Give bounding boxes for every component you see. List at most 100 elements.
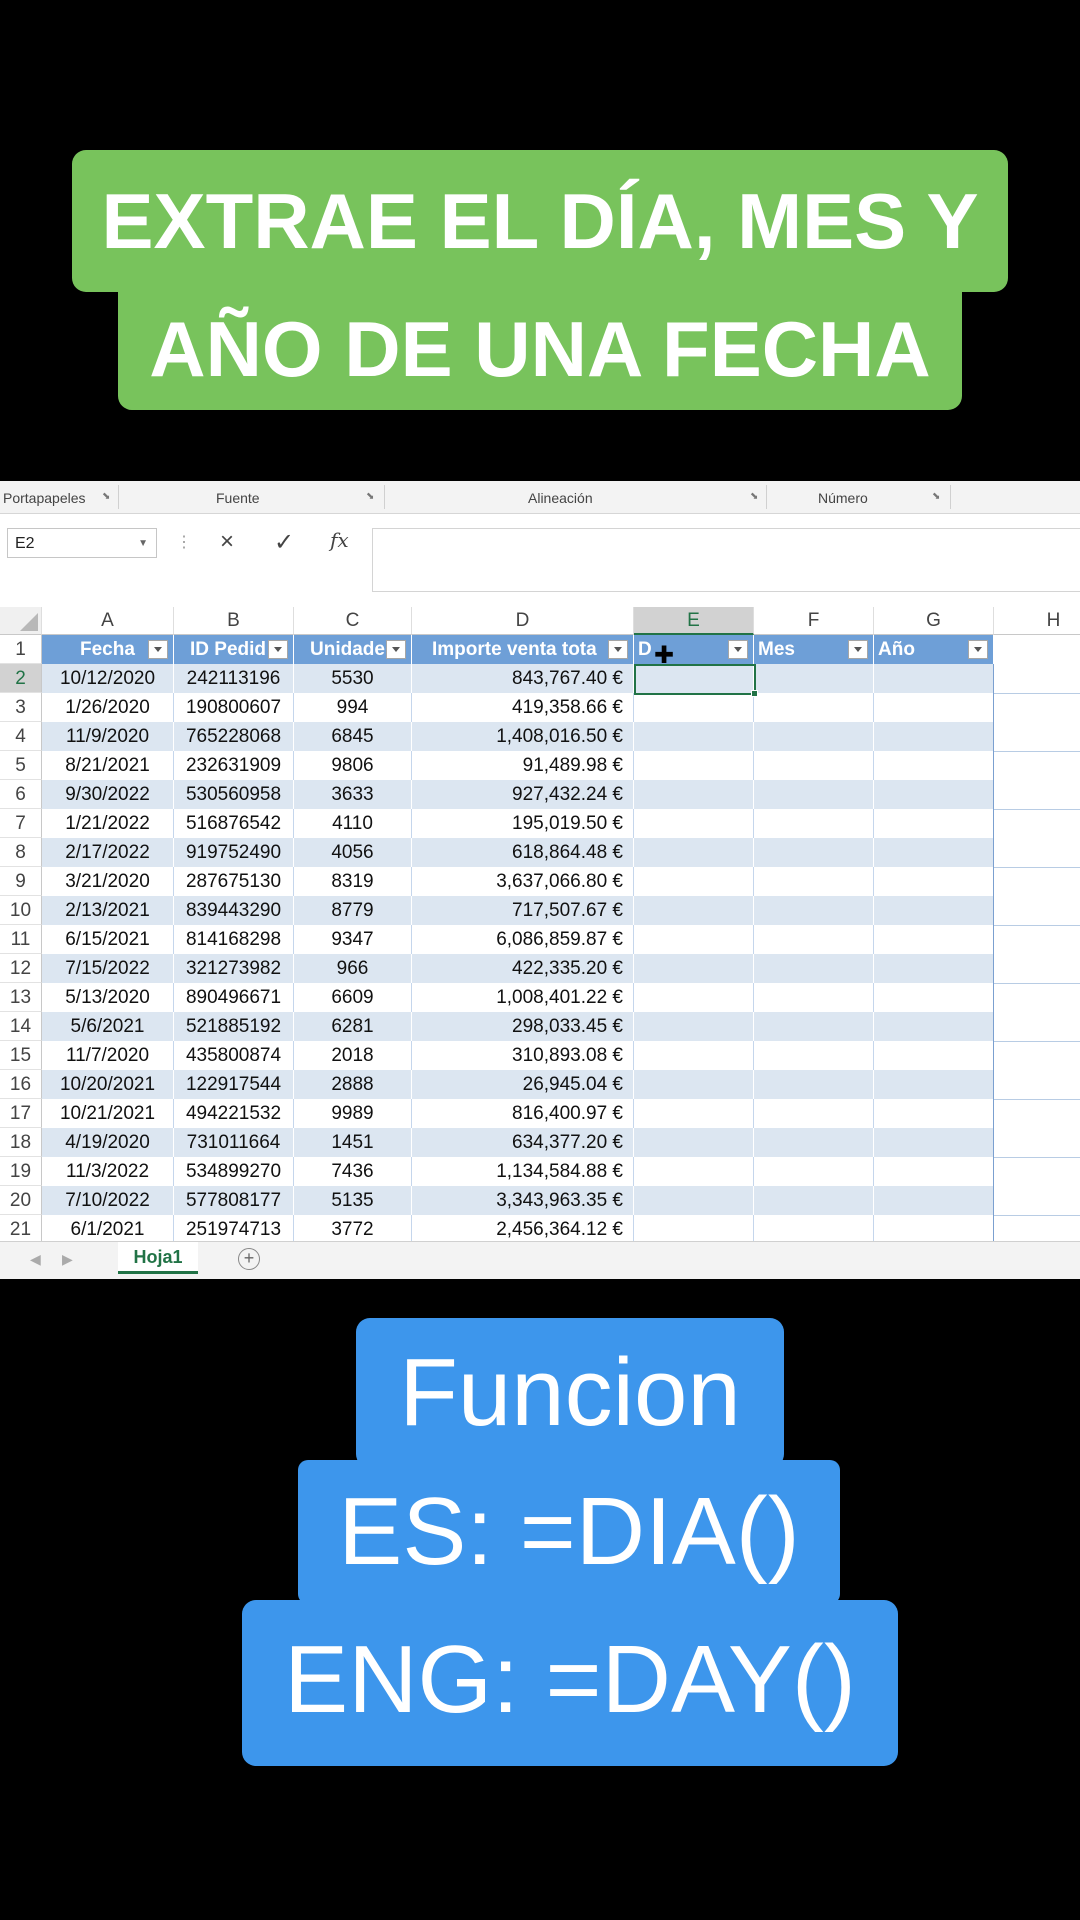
cell-id-pedido[interactable]: 242113196 [174, 664, 294, 693]
scroll-left-icon[interactable]: ◀ [30, 1251, 41, 1268]
row-header[interactable]: 6 [0, 780, 42, 809]
cell-importe[interactable]: 3,637,066.80 € [412, 867, 634, 896]
cell-unidades[interactable]: 5530 [294, 664, 412, 693]
cell-unidades[interactable]: 7436 [294, 1157, 412, 1186]
column-header-d[interactable]: D [412, 607, 634, 635]
cell-ano[interactable] [874, 664, 994, 693]
cell-fecha[interactable]: 8/21/2021 [42, 751, 174, 780]
filter-dropdown-icon[interactable] [728, 640, 748, 659]
filter-dropdown-icon[interactable] [148, 640, 168, 659]
cell-id-pedido[interactable]: 232631909 [174, 751, 294, 780]
cell-dia[interactable] [634, 896, 754, 925]
cell-id-pedido[interactable]: 516876542 [174, 809, 294, 838]
cell-ano[interactable] [874, 838, 994, 867]
cell-unidades[interactable]: 8779 [294, 896, 412, 925]
cell-unidades[interactable]: 4110 [294, 809, 412, 838]
cell-fecha[interactable]: 11/7/2020 [42, 1041, 174, 1070]
cell-mes[interactable] [754, 1012, 874, 1041]
cell-unidades[interactable]: 6281 [294, 1012, 412, 1041]
cell-unidades[interactable]: 9347 [294, 925, 412, 954]
cell-id-pedido[interactable]: 839443290 [174, 896, 294, 925]
cell-mes[interactable] [754, 867, 874, 896]
cell-mes[interactable] [754, 664, 874, 693]
cell-ano[interactable] [874, 1012, 994, 1041]
header-cell-dia[interactable]: D [634, 635, 754, 664]
cell-dia[interactable] [634, 1215, 754, 1244]
row-header[interactable]: 11 [0, 925, 42, 954]
cell-importe[interactable]: 26,945.04 € [412, 1070, 634, 1099]
cell-dia[interactable] [634, 1041, 754, 1070]
drag-handle-icon[interactable]: ⋮ [176, 532, 192, 552]
header-cell-importe[interactable]: Importe venta tota [412, 635, 634, 664]
cell-unidades[interactable]: 6609 [294, 983, 412, 1012]
row-header[interactable]: 7 [0, 809, 42, 838]
row-header[interactable]: 21 [0, 1215, 42, 1244]
cell-dia[interactable] [634, 1128, 754, 1157]
select-all-button[interactable] [0, 607, 42, 635]
cell-id-pedido[interactable]: 521885192 [174, 1012, 294, 1041]
cell-dia[interactable] [634, 693, 754, 722]
header-cell-mes[interactable]: Mes [754, 635, 874, 664]
cell-id-pedido[interactable]: 494221532 [174, 1099, 294, 1128]
cell-fecha[interactable]: 1/26/2020 [42, 693, 174, 722]
header-cell-unidades[interactable]: Unidade [294, 635, 412, 664]
cell-importe[interactable]: 419,358.66 € [412, 693, 634, 722]
header-cell-ano[interactable]: Año [874, 635, 994, 664]
cell-dia[interactable] [634, 751, 754, 780]
row-header[interactable]: 17 [0, 1099, 42, 1128]
cell-importe[interactable]: 6,086,859.87 € [412, 925, 634, 954]
row-header[interactable]: 5 [0, 751, 42, 780]
cell-fecha[interactable]: 2/13/2021 [42, 896, 174, 925]
cell-ano[interactable] [874, 954, 994, 983]
cell-dia[interactable] [634, 722, 754, 751]
column-header-h[interactable]: H [994, 607, 1080, 635]
enter-icon[interactable]: ✓ [274, 528, 294, 557]
cell-unidades[interactable]: 3772 [294, 1215, 412, 1244]
cell-dia[interactable] [634, 1070, 754, 1099]
cell-fecha[interactable]: 2/17/2022 [42, 838, 174, 867]
cell-importe[interactable]: 816,400.97 € [412, 1099, 634, 1128]
cell-mes[interactable] [754, 1215, 874, 1244]
filter-dropdown-icon[interactable] [848, 640, 868, 659]
cell-importe[interactable]: 1,134,584.88 € [412, 1157, 634, 1186]
cell-ano[interactable] [874, 1041, 994, 1070]
row-header[interactable]: 14 [0, 1012, 42, 1041]
cell-dia[interactable] [634, 780, 754, 809]
filter-dropdown-icon[interactable] [968, 640, 988, 659]
cell-ano[interactable] [874, 1099, 994, 1128]
row-header[interactable]: 9 [0, 867, 42, 896]
cell-importe[interactable]: 310,893.08 € [412, 1041, 634, 1070]
cell-id-pedido[interactable]: 251974713 [174, 1215, 294, 1244]
cell-unidades[interactable]: 8319 [294, 867, 412, 896]
insert-function-icon[interactable]: fx [330, 528, 349, 552]
cancel-icon[interactable]: × [220, 528, 234, 556]
cell-fecha[interactable]: 3/21/2020 [42, 867, 174, 896]
cell-dia[interactable] [634, 1157, 754, 1186]
filter-dropdown-icon[interactable] [608, 640, 628, 659]
cell-fecha[interactable]: 9/30/2022 [42, 780, 174, 809]
cell-fecha[interactable]: 7/15/2022 [42, 954, 174, 983]
cell-id-pedido[interactable]: 814168298 [174, 925, 294, 954]
cell-dia[interactable] [634, 1012, 754, 1041]
cell-ano[interactable] [874, 1215, 994, 1244]
filter-dropdown-icon[interactable] [386, 640, 406, 659]
cell-fecha[interactable]: 4/19/2020 [42, 1128, 174, 1157]
column-header-f[interactable]: F [754, 607, 874, 635]
cell-ano[interactable] [874, 693, 994, 722]
cell-ano[interactable] [874, 983, 994, 1012]
sheet-tab-hoja1[interactable]: Hoja1 [118, 1242, 198, 1274]
cell-unidades[interactable]: 9806 [294, 751, 412, 780]
cell-unidades[interactable]: 994 [294, 693, 412, 722]
cell-mes[interactable] [754, 954, 874, 983]
cell-fecha[interactable]: 7/10/2022 [42, 1186, 174, 1215]
cell-ano[interactable] [874, 722, 994, 751]
cell-id-pedido[interactable]: 530560958 [174, 780, 294, 809]
cell-ano[interactable] [874, 780, 994, 809]
cell-id-pedido[interactable]: 190800607 [174, 693, 294, 722]
cell-importe[interactable]: 927,432.24 € [412, 780, 634, 809]
cell-mes[interactable] [754, 751, 874, 780]
cell-fecha[interactable]: 5/13/2020 [42, 983, 174, 1012]
header-cell-id-pedido[interactable]: ID Pedid [174, 635, 294, 664]
cell-ano[interactable] [874, 1128, 994, 1157]
cell-id-pedido[interactable]: 122917544 [174, 1070, 294, 1099]
